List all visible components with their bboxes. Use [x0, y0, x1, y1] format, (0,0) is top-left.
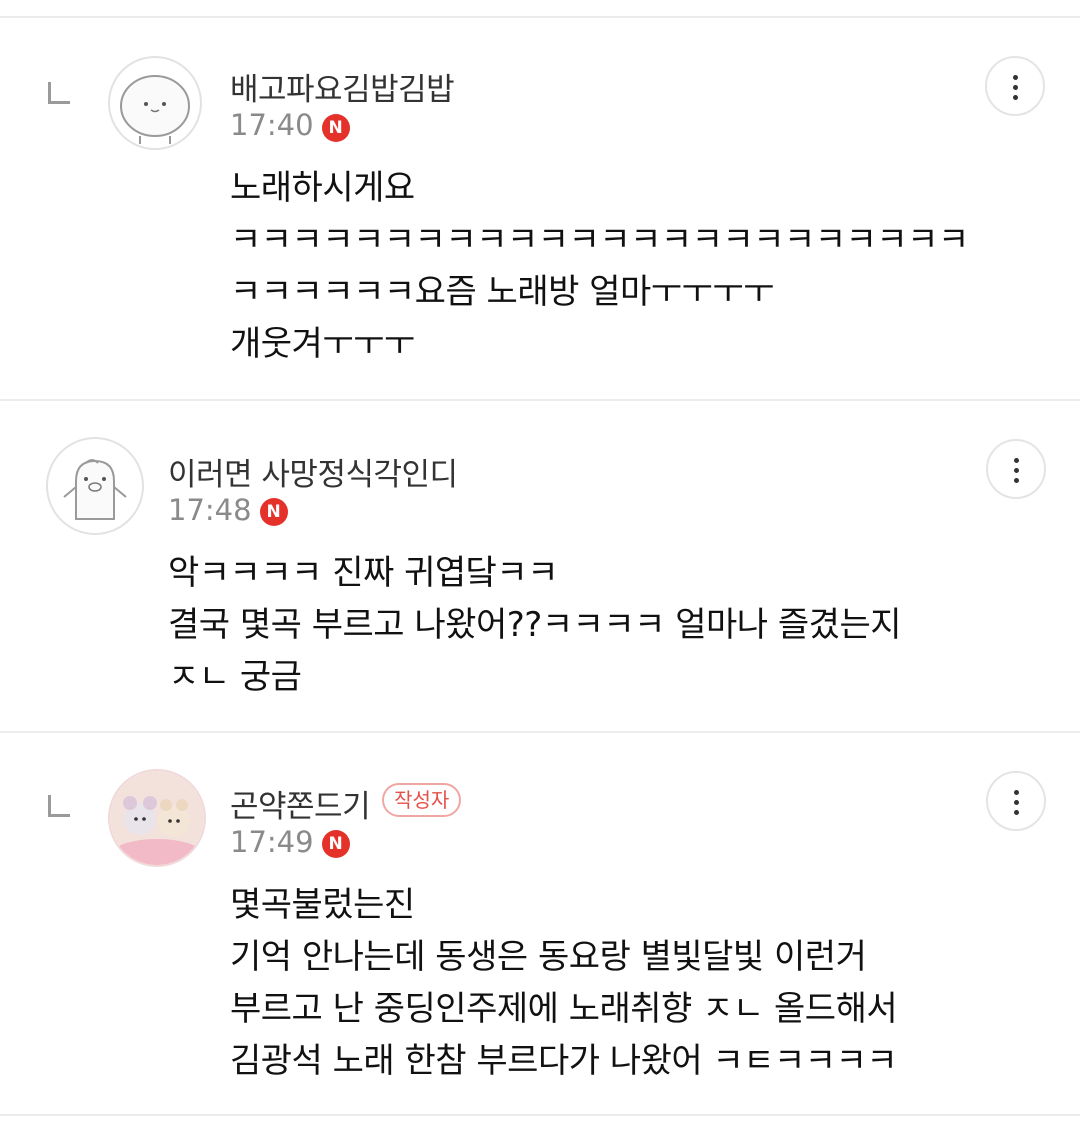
comment-line: 결국 몇곡 부르고 나왔어??ㅋㅋㅋㅋ 얼마나 즐겼는지 — [168, 605, 902, 645]
new-badge-icon: N — [259, 498, 288, 526]
comment-time: 17:40 — [230, 108, 314, 142]
comment-line: ㅋㅋㅋㅋㅋㅋ요즘 노래방 얼마ㅜㅜㅜㅜ — [230, 272, 774, 312]
comment-reply-3: 곤약쫀드기 작성자 17:49 N 몇곡불렀는진 기억 안나는데 동생은 동요랑… — [0, 733, 1080, 1115]
comment-line: 몇곡불렀는진 — [230, 885, 415, 925]
more-vertical-icon — [1014, 458, 1019, 463]
comment-author[interactable]: 이러면 사망정식각인디 — [168, 449, 458, 494]
comment-line: 노래하시게요 — [230, 168, 415, 208]
more-vertical-icon — [1014, 790, 1019, 795]
comment-line: 악ㅋㅋㅋㅋ 진짜 귀엽닼ㅋㅋ — [168, 553, 558, 593]
comment-time: 17:48 — [168, 493, 252, 527]
more-options-button[interactable] — [986, 771, 1046, 831]
bottom-divider — [0, 1114, 1080, 1116]
avatar[interactable] — [46, 437, 144, 535]
avatar[interactable] — [108, 769, 206, 867]
comment-time: 17:49 — [230, 825, 314, 859]
reply-arrow-icon — [48, 82, 70, 104]
reply-arrow-icon — [48, 795, 70, 817]
comment-author[interactable]: 곤약쫀드기 — [230, 781, 371, 826]
more-vertical-icon — [1013, 75, 1018, 80]
comment-line: 개웃겨ㅜㅜㅜ — [230, 324, 415, 364]
comment-line: ㅈㄴ 궁금 — [168, 657, 302, 697]
comment-line: 부르고 난 중딩인주제에 노래취향 ㅈㄴ 올드해서 — [230, 989, 898, 1029]
avatar[interactable] — [108, 56, 202, 150]
comment-body: 몇곡불렀는진 기억 안나는데 동생은 동요랑 별빛달빛 이런거 부르고 난 중딩… — [230, 879, 898, 1087]
comment-2: 이러면 사망정식각인디 17:48 N 악ㅋㅋㅋㅋ 진짜 귀엽닼ㅋㅋ 결국 몇곡… — [0, 401, 1080, 731]
comment-reply-1: 배고파요김밥김밥 17:40 N 노래하시게요 ㅋㅋㅋㅋㅋㅋㅋㅋㅋㅋㅋㅋㅋㅋㅋㅋ… — [0, 0, 1080, 400]
comment-author[interactable]: 배고파요김밥김밥 — [230, 64, 455, 109]
comment-line: 김광석 노래 한참 부르다가 나왔어 ㅋㅌㅋㅋㅋㅋ — [230, 1041, 898, 1081]
new-badge-icon: N — [321, 114, 350, 142]
comment-line: ㅋㅋㅋㅋㅋㅋㅋㅋㅋㅋㅋㅋㅋㅋㅋㅋㅋㅋㅋㅋㅋㅋㅋㅋ — [230, 220, 969, 260]
more-options-button[interactable] — [985, 56, 1045, 116]
writer-badge: 작성자 — [382, 783, 462, 817]
comment-line: 기억 안나는데 동생은 동요랑 별빛달빛 이런거 — [230, 937, 867, 977]
comment-body: 노래하시게요 ㅋㅋㅋㅋㅋㅋㅋㅋㅋㅋㅋㅋㅋㅋㅋㅋㅋㅋㅋㅋㅋㅋㅋㅋ ㅋㅋㅋㅋㅋㅋ요즘… — [230, 162, 969, 370]
more-options-button[interactable] — [986, 439, 1046, 499]
comment-body: 악ㅋㅋㅋㅋ 진짜 귀엽닼ㅋㅋ 결국 몇곡 부르고 나왔어??ㅋㅋㅋㅋ 얼마나 즐… — [168, 547, 902, 703]
new-badge-icon: N — [321, 830, 350, 858]
